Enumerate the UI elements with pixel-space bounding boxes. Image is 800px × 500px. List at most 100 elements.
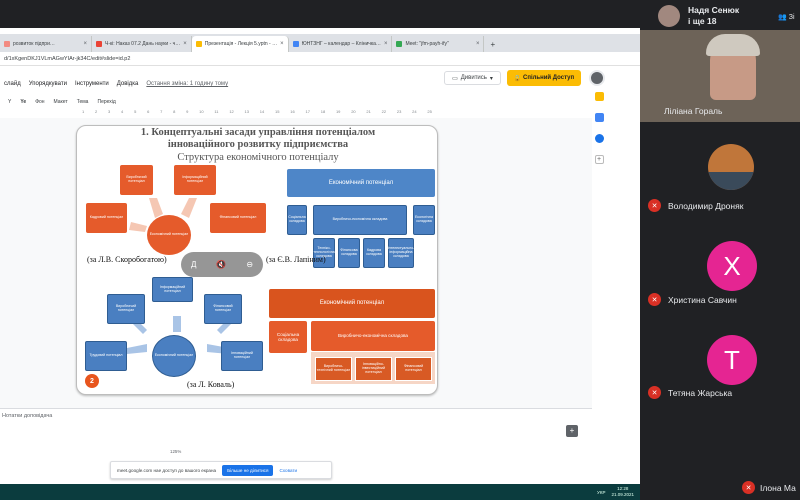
mic-off-icon: ✕ — [648, 293, 661, 306]
theme-button[interactable]: Тема — [77, 99, 89, 105]
browser-tab-strip: розвиток підпри… × Ч-кі: Наказ 07.2 Дань … — [0, 34, 640, 52]
bl-box-production: Виробничий потенціал — [107, 294, 145, 324]
line-tool-button[interactable]: Ye — [20, 99, 26, 105]
transition-button[interactable]: Перехід — [97, 99, 115, 105]
menu-arrange[interactable]: Упорядкувати — [29, 81, 67, 87]
browser-tab[interactable]: ЮНТЗНГ – календар – Кліничка… × — [289, 36, 393, 52]
present-button[interactable]: ▭ Дивитись ▾ — [444, 71, 501, 85]
browser-tab[interactable]: розвиток підпри… × — [0, 36, 92, 52]
keep-icon[interactable] — [594, 92, 604, 101]
lock-icon: 🔒 — [513, 75, 523, 82]
mic-off-icon: ✕ — [648, 199, 661, 212]
ruler-tick: 7 — [160, 109, 163, 114]
tab-label: Ч-кі: Наказ 07.2 Дань науки - ч… — [105, 41, 181, 47]
br-sub-finance: Фінансовий потенціал — [395, 357, 432, 381]
close-tab-icon[interactable]: × — [280, 41, 284, 47]
hide-share-bar-button[interactable]: Сховати — [279, 468, 297, 473]
text-tool-button[interactable]: Y — [8, 99, 11, 105]
browser-tab-active[interactable]: Презентація - Лекція 5.yptn - … × — [191, 36, 289, 52]
tasks-icon[interactable] — [594, 113, 604, 122]
new-tab-button[interactable]: + — [484, 40, 501, 52]
participant-photo-avatar — [708, 144, 754, 190]
ruler-tick: 1 — [82, 109, 85, 114]
language-indicator[interactable]: УКР — [597, 490, 605, 495]
participants-button[interactable]: 👥 Зі — [778, 6, 800, 28]
ruler-tick: 17 — [305, 109, 310, 114]
mic-off-icon: ✕ — [742, 481, 755, 494]
tab-label: Презентація - Лекція 5.yptn - … — [204, 41, 278, 47]
ruler-tick: 11 — [214, 109, 219, 114]
last-edit-link[interactable]: Остання зміна: 1 годину тому — [146, 81, 228, 87]
close-tab-icon[interactable]: × — [183, 41, 187, 47]
meet-participants-panel: Надя Сенюк і ще 18 👥 Зі Ліліана Гораль ✕ … — [640, 0, 800, 500]
chevron-down-icon: ▾ — [489, 75, 493, 82]
participant-letter-avatar: Т — [707, 335, 757, 385]
mute-icon[interactable]: 🔇 — [216, 260, 226, 269]
calendar-icon[interactable] — [594, 134, 604, 143]
stop-sharing-button[interactable]: Більше не ділитися — [222, 464, 274, 476]
bl-box-innovation: Інноваційний потенціал — [221, 341, 263, 371]
tr-sub-intellect: Інтелектуально-інформаційна складова — [388, 238, 414, 268]
tab-favicon-icon — [4, 41, 10, 47]
screen-share-bar: meet.google.com наe доступ до вашого екр… — [110, 461, 332, 479]
tl-caption: (за Л.В. Скоробогатою) — [87, 255, 167, 264]
ruler-tick: 16 — [290, 109, 295, 114]
tab-favicon-icon — [396, 41, 403, 47]
participant-tile-video[interactable]: Ліліана Гораль — [640, 30, 800, 122]
menu-slide[interactable]: слайд — [4, 81, 21, 87]
presenter-name: Надя Сенюк — [688, 5, 740, 15]
speaker-notes[interactable]: Нотатки доповідача — [0, 408, 592, 444]
background-button[interactable]: Фон — [35, 99, 44, 105]
media-controls-overlay: Д 🔇 ⊖ — [181, 252, 263, 277]
clock[interactable]: 12:28 21.09.2021 — [611, 486, 634, 498]
video-hair — [706, 34, 760, 56]
ruler-tick: 3 — [108, 109, 111, 114]
add-addon-icon[interactable]: + — [594, 155, 604, 164]
menu-tools[interactable]: Інструменти — [75, 81, 109, 87]
participants-label: Зі — [788, 13, 795, 21]
tab-favicon-icon — [292, 41, 299, 47]
tab-label: розвиток підпри… — [13, 41, 55, 47]
close-tab-icon[interactable]: × — [476, 41, 480, 47]
ruler-tick: 2 — [95, 109, 98, 114]
cc-icon[interactable]: Д — [191, 260, 196, 269]
br-sub-tech: Виробничо-технічний потенціал — [315, 357, 352, 381]
slides-toolbar: Y Ye Фон Макет Тема Перехід — [0, 95, 600, 109]
ruler-tick: 12 — [229, 109, 234, 114]
explore-icon[interactable]: + — [566, 425, 578, 437]
share-button[interactable]: 🔒 Спільний Доступ — [507, 70, 581, 86]
close-tab-icon[interactable]: × — [384, 41, 388, 47]
browser-tab[interactable]: Ч-кі: Наказ 07.2 Дань науки - ч… × — [92, 36, 192, 52]
tr-ecology: Екологічна складова — [413, 205, 435, 235]
tr-social: Соціальна складова — [287, 205, 307, 235]
minimize-icon[interactable]: ⊖ — [246, 260, 253, 269]
participant-name: Тетяна Жарська — [668, 388, 733, 398]
participant-letter-avatar: Х — [707, 241, 757, 291]
ruler-tick: 23 — [396, 109, 402, 114]
ruler-tick: 20 — [351, 109, 356, 114]
br-social: Соціальна складова — [269, 321, 307, 353]
ruler-tick: 9 — [186, 109, 189, 114]
layout-button[interactable]: Макет — [54, 99, 68, 105]
tr-sub-personnel: Кадрова складова — [363, 238, 385, 268]
tl-box-information: Інформаційний потенціал — [174, 165, 216, 195]
bl-center-circle: Економічний потенціал — [152, 335, 196, 377]
ruler-tick: 21 — [366, 109, 371, 114]
participant-name: Володимир Дроняк — [668, 201, 744, 211]
ruler-tick: 18 — [320, 109, 326, 114]
close-tab-icon[interactable]: × — [83, 41, 87, 47]
people-icon: 👥 — [778, 14, 787, 21]
participant-name: Христина Савчин — [668, 295, 737, 305]
present-icon: ▭ — [452, 75, 458, 82]
tr-caption: (за Є.В. Лапіним) — [266, 255, 326, 264]
menu-help[interactable]: Довідка — [117, 81, 139, 87]
participant-name: Ліліана Гораль — [664, 106, 723, 116]
present-label: Дивитись — [460, 75, 487, 81]
zoom-level[interactable]: 125% — [170, 449, 181, 454]
share-notice-text: meet.google.com наe доступ до вашого екр… — [117, 467, 217, 473]
account-avatar[interactable] — [589, 70, 605, 86]
tr-header: Економічний потенціал — [287, 169, 435, 197]
browser-tab[interactable]: Meet: "jfm-payh-ify" × — [392, 36, 485, 52]
address-bar[interactable]: d/1xKgenDKJ1VLmAGwYIAr-jk34C/edit#slide=… — [0, 52, 640, 66]
side-panel-rail: + — [592, 92, 606, 192]
